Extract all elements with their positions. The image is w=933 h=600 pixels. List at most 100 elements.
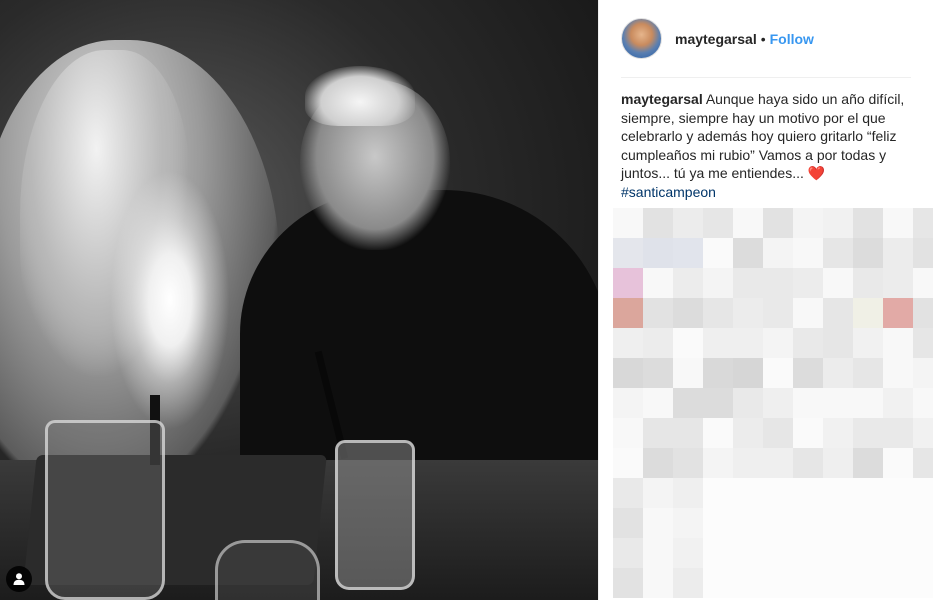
- blurred-pixel: [793, 328, 823, 358]
- blurred-pixel: [763, 298, 793, 328]
- blurred-pixel: [913, 328, 933, 358]
- avatar[interactable]: [621, 18, 662, 59]
- blurred-pixel: [913, 388, 933, 418]
- blurred-pixel: [853, 538, 883, 568]
- follow-button[interactable]: Follow: [770, 31, 814, 47]
- blurred-pixel: [823, 208, 853, 238]
- blurred-pixel: [853, 208, 883, 238]
- blurred-pixel: [883, 418, 913, 448]
- comments-blurred-area: [613, 208, 933, 600]
- blurred-pixel: [793, 478, 823, 508]
- blurred-pixel: [703, 328, 733, 358]
- blurred-pixel: [613, 568, 643, 598]
- blurred-pixel: [703, 478, 733, 508]
- blurred-pixel: [673, 538, 703, 568]
- blurred-pixel: [643, 358, 673, 388]
- blurred-pixel: [853, 448, 883, 478]
- blurred-pixel: [643, 478, 673, 508]
- blurred-pixel: [913, 538, 933, 568]
- blurred-pixel: [703, 388, 733, 418]
- blurred-pixel: [793, 298, 823, 328]
- blurred-pixel: [673, 268, 703, 298]
- blurred-pixel: [793, 358, 823, 388]
- user-tag-icon[interactable]: [6, 566, 32, 592]
- blurred-pixel: [643, 328, 673, 358]
- blurred-pixel: [883, 238, 913, 268]
- blurred-pixel: [613, 208, 643, 238]
- blurred-pixel: [733, 238, 763, 268]
- blurred-pixel: [733, 568, 763, 598]
- blurred-pixel: [673, 238, 703, 268]
- blurred-pixel: [673, 418, 703, 448]
- blurred-pixel: [883, 478, 913, 508]
- blurred-pixel: [733, 298, 763, 328]
- blurred-pixel: [643, 208, 673, 238]
- hashtag-link[interactable]: #santicampeon: [621, 184, 716, 200]
- blurred-pixel: [763, 568, 793, 598]
- blurred-pixel: [883, 538, 913, 568]
- blurred-pixel: [643, 418, 673, 448]
- blurred-pixel: [733, 478, 763, 508]
- blurred-pixel: [853, 508, 883, 538]
- blurred-pixel: [883, 388, 913, 418]
- blurred-pixel: [703, 538, 733, 568]
- blurred-pixel: [613, 238, 643, 268]
- blurred-pixel: [643, 448, 673, 478]
- blurred-pixel: [823, 268, 853, 298]
- blurred-pixel: [703, 358, 733, 388]
- blurred-pixel: [913, 208, 933, 238]
- post-header: maytegarsal • Follow: [599, 0, 933, 77]
- blurred-pixel: [853, 478, 883, 508]
- blurred-pixel: [763, 388, 793, 418]
- header-divider: [621, 77, 911, 78]
- blurred-pixel: [763, 508, 793, 538]
- blurred-pixel: [703, 298, 733, 328]
- blurred-pixel: [913, 238, 933, 268]
- blurred-pixel: [613, 538, 643, 568]
- blurred-pixel: [913, 478, 933, 508]
- blurred-pixel: [853, 358, 883, 388]
- blurred-pixel: [643, 568, 673, 598]
- blurred-pixel: [733, 508, 763, 538]
- blurred-pixel: [853, 568, 883, 598]
- blurred-pixel: [613, 388, 643, 418]
- blurred-pixel: [793, 388, 823, 418]
- blurred-pixel: [883, 268, 913, 298]
- blurred-pixel: [913, 268, 933, 298]
- blurred-pixel: [613, 328, 643, 358]
- photo-glass: [45, 420, 165, 600]
- blurred-pixel: [763, 538, 793, 568]
- blurred-pixel: [613, 418, 643, 448]
- blurred-pixel: [883, 508, 913, 538]
- blurred-pixel: [853, 418, 883, 448]
- blurred-pixel: [673, 478, 703, 508]
- blurred-pixel: [673, 208, 703, 238]
- blurred-pixel: [733, 268, 763, 298]
- photo-glass: [215, 540, 320, 600]
- blurred-pixel: [673, 298, 703, 328]
- blurred-pixel: [643, 268, 673, 298]
- blurred-pixel: [643, 508, 673, 538]
- blurred-pixel: [613, 268, 643, 298]
- blurred-pixel: [703, 238, 733, 268]
- blurred-pixel: [853, 328, 883, 358]
- blurred-pixel: [853, 238, 883, 268]
- blurred-pixel: [703, 508, 733, 538]
- post-photo[interactable]: [0, 0, 598, 600]
- blurred-pixel: [823, 238, 853, 268]
- blurred-pixel: [883, 328, 913, 358]
- blurred-pixel: [643, 238, 673, 268]
- username-link[interactable]: maytegarsal: [675, 31, 757, 47]
- caption-username-link[interactable]: maytegarsal: [621, 91, 703, 107]
- blurred-pixel: [763, 418, 793, 448]
- blurred-pixel: [673, 328, 703, 358]
- blurred-pixel: [823, 328, 853, 358]
- blurred-pixel: [703, 568, 733, 598]
- blurred-pixel: [793, 238, 823, 268]
- blurred-pixel: [643, 388, 673, 418]
- blurred-pixel: [823, 478, 853, 508]
- blurred-pixel: [763, 238, 793, 268]
- blurred-pixel: [793, 508, 823, 538]
- blurred-pixel: [643, 538, 673, 568]
- blurred-pixel: [823, 358, 853, 388]
